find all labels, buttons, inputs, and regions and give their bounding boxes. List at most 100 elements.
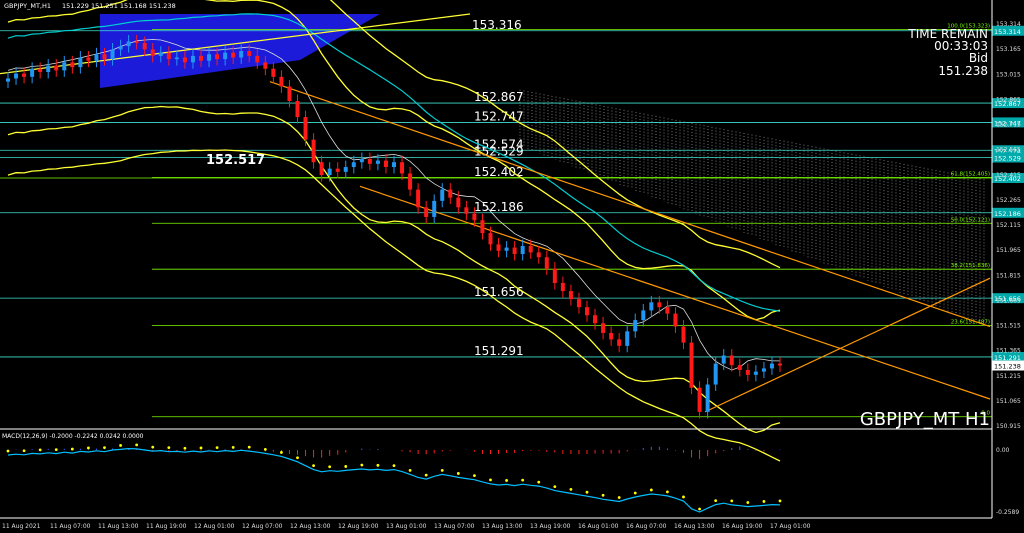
signal-dot (666, 490, 669, 494)
price-tick: 152.715 (996, 122, 1021, 129)
candle-body (70, 62, 75, 68)
ohlc-values: 151.229 151.251 151.168 151.238 (62, 2, 176, 10)
signal-dot (585, 490, 589, 494)
price-tick: 153.015 (996, 71, 1021, 78)
candle-body (448, 189, 453, 198)
candle-body (641, 310, 646, 321)
candle-body (182, 57, 187, 63)
signal-dot (87, 446, 90, 450)
signal-dot (456, 472, 460, 475)
signal-dot (682, 495, 685, 499)
fib-label: 50.0(152.121) (951, 217, 990, 223)
level-label: 152.402 (474, 165, 524, 179)
candle-body (625, 331, 630, 346)
signal-dot (247, 445, 251, 449)
signal-dot (119, 444, 122, 447)
signal-dot (392, 464, 396, 467)
candle-body (247, 51, 252, 56)
signal-dot (649, 488, 653, 492)
signal-dot (22, 449, 26, 453)
candle-body (134, 41, 139, 43)
price-tick: 153.314 (996, 21, 1021, 28)
bid-value: 151.238 (938, 64, 988, 78)
candle-body (311, 139, 316, 163)
time-tick: 12 Aug 19:00 (338, 523, 379, 530)
signal-dot (537, 480, 541, 484)
time-tick: 11 Aug 19:00 (146, 523, 187, 530)
candle-body (287, 86, 292, 101)
time-tick: 12 Aug 01:00 (194, 523, 235, 530)
candle-body (38, 68, 43, 72)
candle-body (464, 207, 469, 214)
candle-body (263, 62, 268, 69)
candle-body (303, 117, 308, 140)
candle-body (480, 220, 485, 234)
signal-dot (376, 463, 380, 467)
signal-dot (280, 451, 283, 454)
signal-dot (569, 488, 573, 491)
candle-body (576, 299, 581, 308)
time-tick: 13 Aug 07:00 (434, 523, 475, 530)
time-tick: 17 Aug 01:00 (770, 523, 811, 530)
candle-body (174, 57, 179, 60)
price-tick: 151.065 (996, 398, 1021, 405)
candle-body (544, 257, 549, 269)
signal-dot (489, 478, 492, 482)
candle-body (504, 247, 509, 251)
time-tick: 11 Aug 13:00 (98, 523, 139, 530)
candle-body (102, 54, 107, 60)
price-tick: 152.865 (996, 96, 1021, 103)
candle-body (665, 307, 670, 314)
candle-body (271, 68, 276, 77)
candle-body (199, 55, 203, 61)
price-tick: 151.215 (996, 373, 1021, 380)
candle-body (190, 55, 195, 63)
signal-dot (135, 443, 139, 447)
signal-dot (167, 446, 171, 450)
symbol-info: GBPJPY_MT,H1 (4, 2, 51, 10)
candle-body (512, 247, 517, 255)
time-tick: 16 Aug 07:00 (626, 523, 667, 530)
signal-dot (199, 446, 203, 450)
candle-body (22, 73, 27, 77)
candle-body (126, 41, 131, 47)
candle-body (528, 245, 533, 253)
candle-body (30, 68, 35, 77)
signal-dot (70, 447, 74, 451)
candle-body (207, 54, 212, 61)
candle-body (158, 52, 163, 56)
candle-body (633, 320, 638, 332)
watermark: GBPJPY_MT H1 (860, 409, 990, 430)
macd-label: MACD(12,26,9) -0.2000 -0.2242 0.0242 0.0… (2, 433, 144, 440)
candle-body (593, 315, 598, 324)
price-tick: 151.965 (996, 247, 1021, 254)
chart-window[interactable]: 153.316 153.314 152.867 152.867 152.747 152.7… (0, 0, 1024, 533)
candle-body (440, 189, 445, 201)
candle-body (721, 355, 726, 364)
signal-dot (263, 447, 267, 451)
candle-body (150, 49, 155, 56)
level-tag-text: 152.186 (994, 210, 1021, 218)
candle-body (432, 200, 437, 217)
price-tick: 152.265 (996, 197, 1021, 204)
candle-body (552, 268, 557, 284)
time-tick: 16 Aug 13:00 (674, 523, 715, 530)
macd-tick: 0.00 (996, 447, 1010, 454)
price-chart[interactable]: 153.316 153.314152.867 152.867152.747 152.7… (0, 0, 1024, 533)
candle-body (14, 73, 19, 79)
level-label: 152.529 (474, 145, 524, 159)
candle-body (745, 370, 750, 375)
signal-dot (328, 465, 332, 469)
time-tick: 11 Aug 07:00 (50, 523, 91, 530)
candle-body (223, 52, 228, 60)
price-tick: 151.515 (996, 323, 1021, 330)
current-price-text: 151.238 (994, 362, 1021, 370)
signal-dot (730, 499, 734, 503)
price-tick: 151.365 (996, 348, 1021, 355)
signal-dot (746, 501, 750, 504)
signal-dot (440, 468, 444, 472)
candle-body (536, 252, 541, 258)
candle-body (705, 384, 710, 412)
candle-body (737, 365, 742, 371)
time-tick: 13 Aug 01:00 (386, 523, 427, 530)
